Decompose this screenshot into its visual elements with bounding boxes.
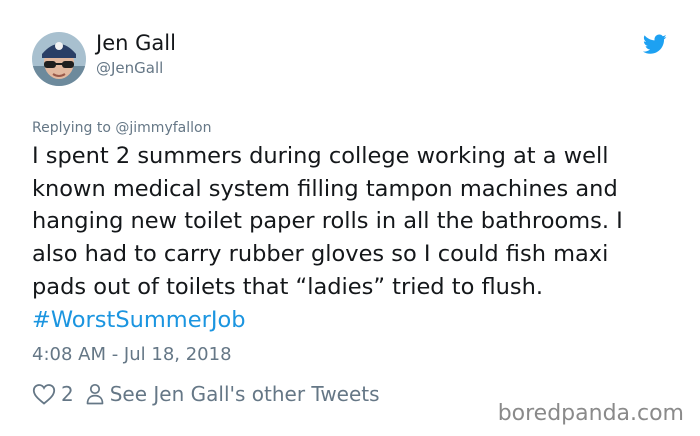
tweet-text-line: known medical system filling tampon mach… [32,175,618,202]
tweet-card: Jen Gall @JenGall Replying to @jimmyfall… [0,0,700,436]
tweet-actions: 2 See Jen Gall's other Tweets [32,380,380,408]
person-outline-icon[interactable] [86,383,104,405]
hashtag-link[interactable]: #WorstSummerJob [32,304,682,337]
watermark: boredpanda.com [497,401,684,426]
tweet-text-line: hanging new toilet paper rolls in all th… [32,208,623,235]
author-handle[interactable]: @JenGall [96,59,163,77]
replying-to-label: Replying to [32,120,111,136]
tweet-timestamp[interactable]: 4:08 AM - Jul 18, 2018 [32,344,232,365]
tweet-text-line: I spent 2 summers during college working… [32,143,609,169]
tweet-text: I spent 2 summers during college working… [32,140,682,336]
twitter-bird-icon[interactable] [642,34,667,55]
author-display-name[interactable]: Jen Gall [96,31,176,55]
avatar[interactable] [32,32,86,86]
heart-outline-icon[interactable] [32,383,56,405]
like-count[interactable]: 2 [61,382,74,406]
tweet-text-line: also had to carry rubber gloves so I cou… [32,241,609,268]
reply-mention-link[interactable]: @jimmyfallon [115,120,211,136]
replying-to: Replying to @jimmyfallon [32,120,211,136]
tweet-text-line: pads out of toilets that “ladies” tried … [32,273,544,300]
see-other-tweets-link[interactable]: See Jen Gall's other Tweets [110,382,380,406]
